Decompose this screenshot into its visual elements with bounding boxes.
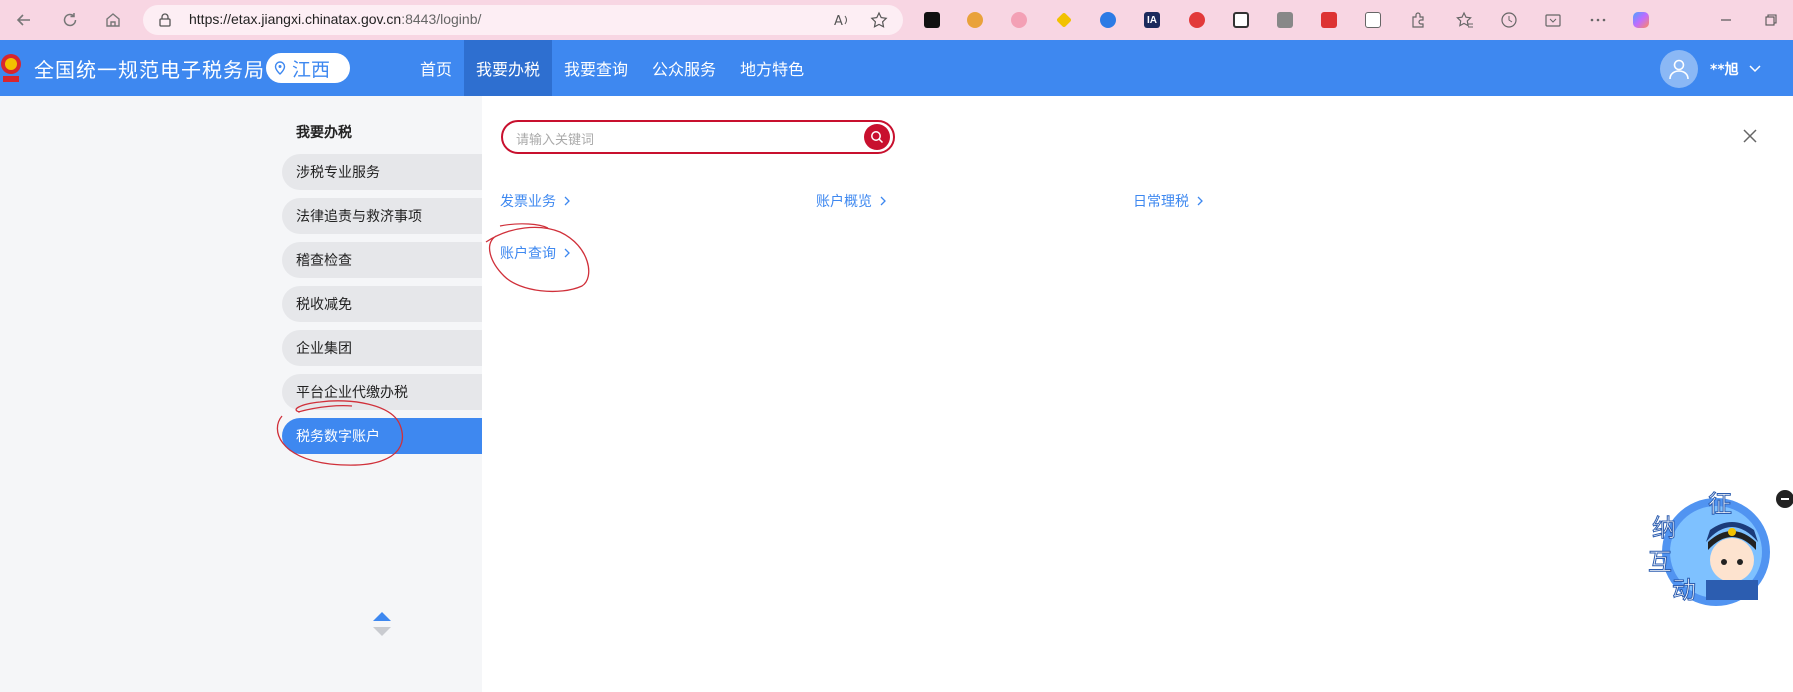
refresh-icon[interactable] xyxy=(58,8,82,32)
ext-icon-9[interactable] xyxy=(1275,10,1295,30)
mascot-char-2: 纳 xyxy=(1652,514,1676,542)
url-text[interactable]: https://etax.jiangxi.chinatax.gov.cn:844… xyxy=(189,11,481,27)
search-input[interactable]: 请输入关键词 xyxy=(516,129,594,148)
sidebar-heading: 我要办税 xyxy=(296,125,352,141)
ext-icon-5[interactable] xyxy=(1098,10,1118,30)
restore-window-icon[interactable] xyxy=(1761,10,1781,30)
category-daily-tax-label[interactable]: 日常理税 xyxy=(1133,191,1189,211)
sidebar-item-professional-service[interactable]: 涉税专业服务 xyxy=(282,154,482,190)
top-nav: 首页 我要办税 我要查询 公众服务 地方特色 xyxy=(408,40,816,96)
browser-toolbar: https://etax.jiangxi.chinatax.gov.cn:844… xyxy=(0,0,1793,40)
ext-icon-6[interactable]: IA xyxy=(1142,10,1162,30)
back-icon[interactable] xyxy=(12,8,36,32)
mascot-service-widget[interactable]: 征 纳 互 动 xyxy=(1644,484,1780,608)
ext-icon-2[interactable] xyxy=(965,10,985,30)
nav-query[interactable]: 我要查询 xyxy=(552,40,640,96)
ext-icon-7[interactable] xyxy=(1187,10,1207,30)
category-invoice[interactable]: 发票业务 xyxy=(500,191,570,211)
location-pin-icon xyxy=(274,61,286,75)
ext-icon-10[interactable] xyxy=(1319,10,1339,30)
screenshot-icon[interactable] xyxy=(1543,10,1563,30)
user-icon xyxy=(1669,59,1689,80)
chevron-right-icon xyxy=(564,196,570,206)
chevron-right-icon xyxy=(880,196,886,206)
category-invoice-label[interactable]: 发票业务 xyxy=(500,191,556,211)
site-title[interactable]: 全国统一规范电子税务局 xyxy=(34,54,265,83)
scroll-arrows-icon[interactable] xyxy=(372,610,392,638)
sidebar: 我要办税 涉税专业服务 法律追责与救济事项 稽查检查 税收减免 企业集团 平台企… xyxy=(0,96,482,692)
region-label: 江西 xyxy=(292,58,331,81)
sidebar-item-legal-remedy[interactable]: 法律追责与救济事项 xyxy=(282,198,482,234)
sidebar-item-platform-tax[interactable]: 平台企业代缴办税 xyxy=(282,374,482,410)
nav-home[interactable]: 首页 xyxy=(408,40,464,96)
favorite-star-icon[interactable] xyxy=(870,11,888,29)
chevron-right-icon xyxy=(1197,196,1203,206)
history-icon[interactable] xyxy=(1499,10,1519,30)
search-button[interactable] xyxy=(864,124,890,150)
chevron-right-icon xyxy=(564,248,570,258)
search-icon xyxy=(871,131,884,144)
mascot-char-3: 互 xyxy=(1648,548,1672,576)
ext-icon-1[interactable] xyxy=(922,10,942,30)
category-account-query-label[interactable]: 账户查询 xyxy=(500,243,556,263)
nav-local-features[interactable]: 地方特色 xyxy=(728,40,816,96)
svg-text:A: A xyxy=(834,14,843,29)
nav-do-tax[interactable]: 我要办税 xyxy=(464,40,553,96)
close-icon[interactable] xyxy=(1740,126,1760,146)
home-icon[interactable] xyxy=(101,8,125,32)
category-account-overview[interactable]: 账户概览 xyxy=(816,191,886,211)
category-account-query[interactable]: 账户查询 xyxy=(500,243,570,263)
more-menu-icon[interactable] xyxy=(1588,10,1608,30)
category-account-overview-label[interactable]: 账户概览 xyxy=(816,191,872,211)
ext-icon-8[interactable] xyxy=(1231,10,1251,30)
site-header: 全国统一规范电子税务局 江西 首页 我要办税 我要查询 公众服务 地方特色 **… xyxy=(0,40,1793,96)
ext-icon-4[interactable] xyxy=(1054,10,1074,30)
mascot-char-1: 征 xyxy=(1708,490,1732,518)
sidebar-item-tax-relief[interactable]: 税收减免 xyxy=(282,286,482,322)
sidebar-item-inspection[interactable]: 稽查检查 xyxy=(282,242,482,278)
mascot-minimize-button[interactable] xyxy=(1776,490,1793,508)
ext-icon-3[interactable] xyxy=(1009,10,1029,30)
sidebar-item-enterprise-group[interactable]: 企业集团 xyxy=(282,330,482,366)
lock-icon[interactable] xyxy=(157,12,173,28)
mascot-char-4: 动 xyxy=(1672,576,1696,604)
sidebar-item-digital-account[interactable]: 税务数字账户 xyxy=(282,418,482,454)
search-box[interactable]: 请输入关键词 xyxy=(501,120,895,154)
avatar[interactable] xyxy=(1660,50,1698,88)
ext-icon-11[interactable] xyxy=(1363,10,1383,30)
read-aloud-icon[interactable]: A xyxy=(833,11,851,29)
nav-public-service[interactable]: 公众服务 xyxy=(640,40,728,96)
copilot-icon[interactable] xyxy=(1631,10,1651,30)
user-menu[interactable]: **旭 xyxy=(1660,50,1761,88)
category-daily-tax[interactable]: 日常理税 xyxy=(1133,191,1203,211)
minimize-window-icon[interactable] xyxy=(1716,10,1736,30)
region-selector[interactable]: 江西 xyxy=(266,53,350,83)
extensions-puzzle-icon[interactable] xyxy=(1408,10,1428,30)
minus-icon xyxy=(1781,498,1789,500)
favorites-icon[interactable] xyxy=(1455,10,1475,30)
address-bar[interactable]: https://etax.jiangxi.chinatax.gov.cn:844… xyxy=(143,5,903,35)
tax-emblem-icon xyxy=(1,54,21,82)
chevron-down-icon[interactable] xyxy=(1749,65,1761,73)
main-panel: 请输入关键词 发票业务 账户概览 日常理税 账户查询 xyxy=(482,96,1793,692)
user-name[interactable]: **旭 xyxy=(1710,59,1739,79)
